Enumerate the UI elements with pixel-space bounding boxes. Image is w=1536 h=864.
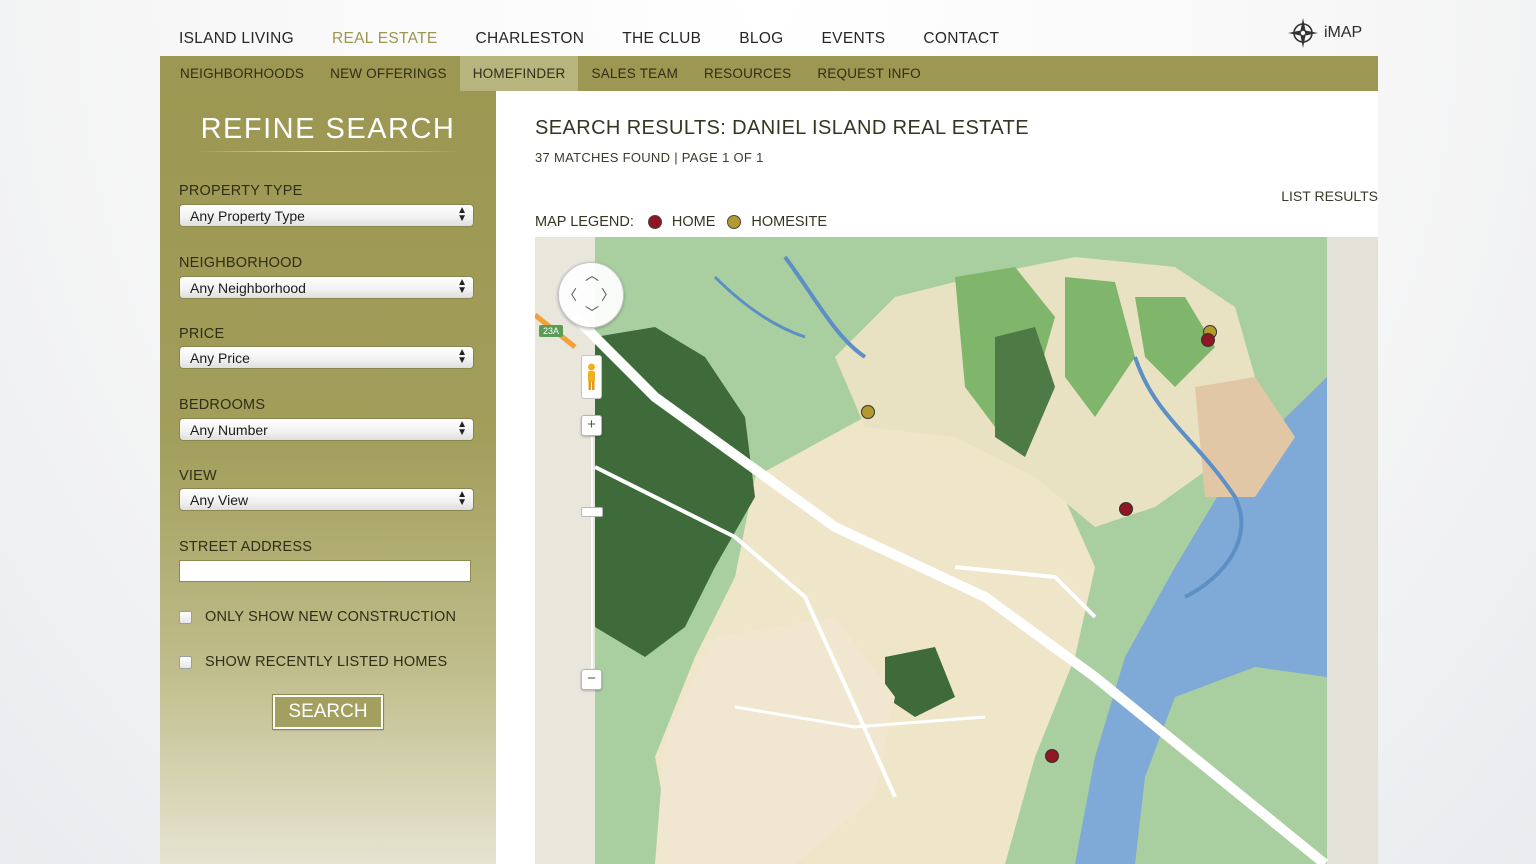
subnav-request-info[interactable]: REQUEST INFO (804, 56, 933, 91)
select-arrows-icon: ▲ ▼ (457, 205, 467, 224)
pan-down-icon[interactable]: ﹀ (585, 303, 599, 323)
select-arrows-icon: ▲ ▼ (457, 277, 467, 296)
homesite-dot-icon (727, 215, 742, 229)
property-type-label: PROPERTY TYPE (179, 183, 303, 199)
route-shield: 23A (539, 325, 563, 337)
neighborhood-value: Any Neighborhood (190, 280, 306, 296)
zoom-in-button[interactable]: + (581, 415, 602, 436)
street-address-label: STREET ADDRESS (179, 539, 313, 555)
recently-listed-checkbox[interactable] (179, 655, 192, 669)
home-dot-icon (647, 215, 662, 229)
pegman-icon (588, 363, 595, 390)
select-arrows-icon: ▲ ▼ (457, 489, 467, 508)
zoom-slider-track[interactable] (591, 437, 593, 681)
new-construction-checkbox-row[interactable]: ONLY SHOW NEW CONSTRUCTION (179, 607, 456, 627)
nav-blog[interactable]: BLOG (739, 30, 783, 48)
pan-up-icon[interactable]: ︿ (585, 265, 599, 285)
zoom-out-button[interactable]: − (581, 669, 602, 690)
property-type-select[interactable]: Any Property Type ▲ ▼ (179, 204, 474, 227)
results-meta: 37 MATCHES FOUND | PAGE 1 OF 1 (535, 150, 764, 165)
subnav-new-offerings[interactable]: NEW OFFERINGS (317, 56, 460, 91)
home-marker[interactable] (1045, 749, 1059, 763)
street-view-pegman[interactable] (581, 355, 602, 399)
search-button[interactable]: SEARCH (272, 694, 384, 730)
list-results-link[interactable]: LIST RESULTS (1281, 188, 1378, 204)
home-marker[interactable] (1201, 333, 1215, 347)
pan-right-icon[interactable]: 〉 (601, 285, 615, 305)
legend-home-label: HOME (671, 214, 716, 230)
recently-listed-checkbox-row[interactable]: SHOW RECENTLY LISTED HOMES (179, 652, 447, 672)
nav-events[interactable]: EVENTS (822, 30, 886, 48)
compass-icon (1288, 18, 1318, 48)
refine-search-title: REFINE SEARCH (200, 113, 456, 145)
title-divider (195, 151, 461, 152)
select-arrows-icon: ▲ ▼ (457, 419, 467, 438)
subnav-neighborhoods[interactable]: NEIGHBORHOODS (160, 56, 317, 91)
homesite-marker[interactable] (861, 405, 875, 419)
subnav-homefinder[interactable]: HOMEFINDER (459, 56, 579, 91)
nav-real-estate[interactable]: REAL ESTATE (332, 30, 438, 48)
refine-search-sidebar: REFINE SEARCH PROPERTY TYPE Any Property… (160, 91, 496, 864)
map-image (535, 237, 1378, 864)
bedrooms-select[interactable]: Any Number ▲ ▼ (179, 418, 474, 441)
nav-contact[interactable]: CONTACT (923, 30, 999, 48)
imap-link[interactable]: iMAP (1287, 16, 1362, 50)
imap-label: iMAP (1324, 24, 1363, 41)
recently-listed-label: SHOW RECENTLY LISTED HOMES (205, 654, 448, 670)
street-address-input[interactable] (179, 560, 471, 582)
subnav-sales-team[interactable]: SALES TEAM (578, 56, 691, 91)
nav-charleston[interactable]: CHARLESTON (476, 30, 585, 48)
property-map[interactable]: 23A ︿ 〈 〉 ﹀ + − (535, 237, 1378, 864)
zoom-slider-handle[interactable] (581, 507, 603, 517)
map-legend: MAP LEGEND: HOME HOMESITE (535, 214, 839, 230)
price-select[interactable]: Any Price ▲ ▼ (179, 346, 474, 369)
view-value: Any View (190, 492, 249, 508)
select-arrows-icon: ▲ ▼ (457, 347, 467, 366)
legend-homesite-label: HOMESITE (751, 214, 828, 230)
bedrooms-label: BEDROOMS (179, 397, 266, 413)
subnav-resources[interactable]: RESOURCES (691, 56, 804, 91)
nav-island-living[interactable]: ISLAND LIVING (179, 30, 294, 48)
property-type-value: Any Property Type (190, 208, 305, 224)
results-title: SEARCH RESULTS: DANIEL ISLAND REAL ESTAT… (535, 117, 1029, 139)
sub-nav: NEIGHBORHOODS NEW OFFERINGS HOMEFINDER S… (160, 56, 1378, 91)
map-pan-control[interactable]: ︿ 〈 〉 ﹀ (558, 262, 624, 328)
new-construction-checkbox[interactable] (179, 610, 192, 624)
price-label: PRICE (179, 326, 225, 342)
pan-left-icon[interactable]: 〈 (563, 285, 577, 305)
price-value: Any Price (190, 350, 250, 366)
home-marker[interactable] (1119, 502, 1133, 516)
view-label: VIEW (179, 468, 217, 484)
neighborhood-label: NEIGHBORHOOD (179, 255, 303, 271)
legend-title: MAP LEGEND: (535, 214, 634, 230)
results-panel: SEARCH RESULTS: DANIEL ISLAND REAL ESTAT… (496, 91, 1378, 864)
bedrooms-value: Any Number (190, 422, 268, 438)
new-construction-label: ONLY SHOW NEW CONSTRUCTION (205, 609, 457, 625)
nav-the-club[interactable]: THE CLUB (622, 30, 701, 48)
neighborhood-select[interactable]: Any Neighborhood ▲ ▼ (179, 276, 474, 299)
top-nav: ISLAND LIVING REAL ESTATE CHARLESTON THE… (160, 22, 1378, 56)
view-select[interactable]: Any View ▲ ▼ (179, 488, 474, 511)
